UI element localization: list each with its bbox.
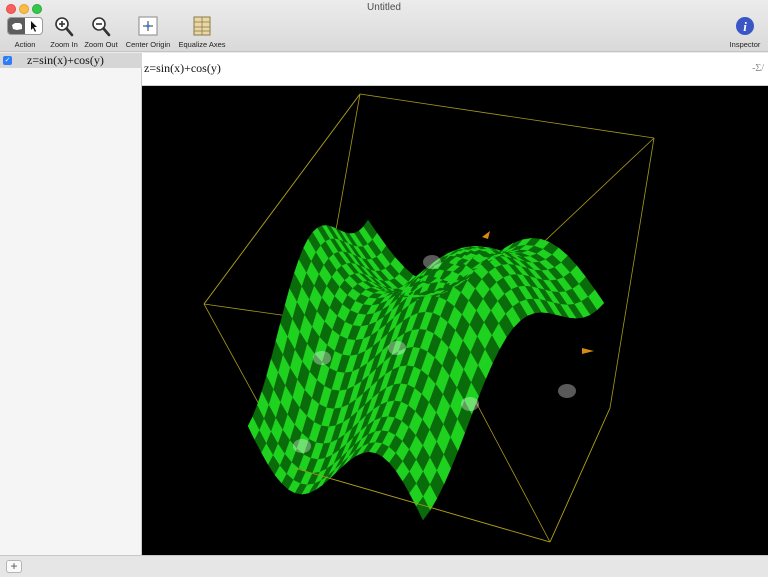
arrow-cursor-icon[interactable] [25, 18, 42, 34]
action-tool[interactable]: Action [6, 16, 44, 49]
axis-arrow-icon [582, 348, 594, 354]
svg-text:i: i [743, 19, 747, 34]
bounding-box-edge [549, 407, 611, 543]
surface-highlight [313, 351, 331, 365]
center-origin-label: Center Origin [125, 40, 171, 49]
action-segmented-control[interactable] [7, 17, 43, 35]
inspector-button[interactable]: i Inspector [726, 16, 764, 49]
sigma-icon[interactable]: -Σ/ [752, 63, 764, 74]
graph-view[interactable] [142, 86, 768, 555]
equation-sidebar: ✓ z=sin(x)+cos(y) [0, 53, 142, 555]
titlebar: Untitled Action Zoom In Zoom Out Center … [0, 0, 768, 52]
surface-highlight [461, 397, 479, 411]
action-label: Action [14, 40, 36, 49]
surface-highlight [558, 384, 576, 398]
bounding-box-edge [609, 137, 655, 409]
zoom-in-label: Zoom In [50, 40, 78, 49]
surface-highlight [293, 439, 311, 453]
center-origin-icon [123, 16, 173, 37]
surface-highlight [423, 255, 441, 269]
axis-arrow-icon [482, 231, 490, 239]
equalize-axes-icon [176, 16, 228, 37]
window-title: Untitled [367, 2, 401, 13]
zoom-out-icon [82, 16, 120, 37]
equation-label: z=sin(x)+cos(y) [27, 53, 104, 67]
formula-text[interactable]: z=sin(x)+cos(y) [144, 61, 221, 76]
equalize-axes-label: Equalize Axes [178, 40, 226, 49]
center-origin-button[interactable]: Center Origin [123, 16, 173, 49]
surface-highlight [388, 341, 406, 355]
zoom-out-label: Zoom Out [84, 40, 118, 49]
bottom-bar: + [0, 555, 768, 577]
equation-list-item[interactable]: ✓ z=sin(x)+cos(y) [0, 53, 142, 68]
equalize-axes-button[interactable]: Equalize Axes [176, 16, 228, 49]
bounding-box-edge [359, 93, 655, 139]
add-equation-button[interactable]: + [6, 560, 22, 573]
equation-visibility-checkbox[interactable]: ✓ [3, 56, 12, 65]
zoom-in-icon [47, 16, 81, 37]
hand-icon[interactable] [8, 18, 25, 34]
zoom-out-button[interactable]: Zoom Out [82, 16, 120, 49]
formula-bar[interactable]: z=sin(x)+cos(y) -Σ/ [142, 53, 768, 86]
zoom-in-button[interactable]: Zoom In [47, 16, 81, 49]
inspector-label: Inspector [729, 40, 761, 49]
info-icon: i [726, 16, 764, 37]
surface-plot[interactable] [142, 86, 768, 555]
